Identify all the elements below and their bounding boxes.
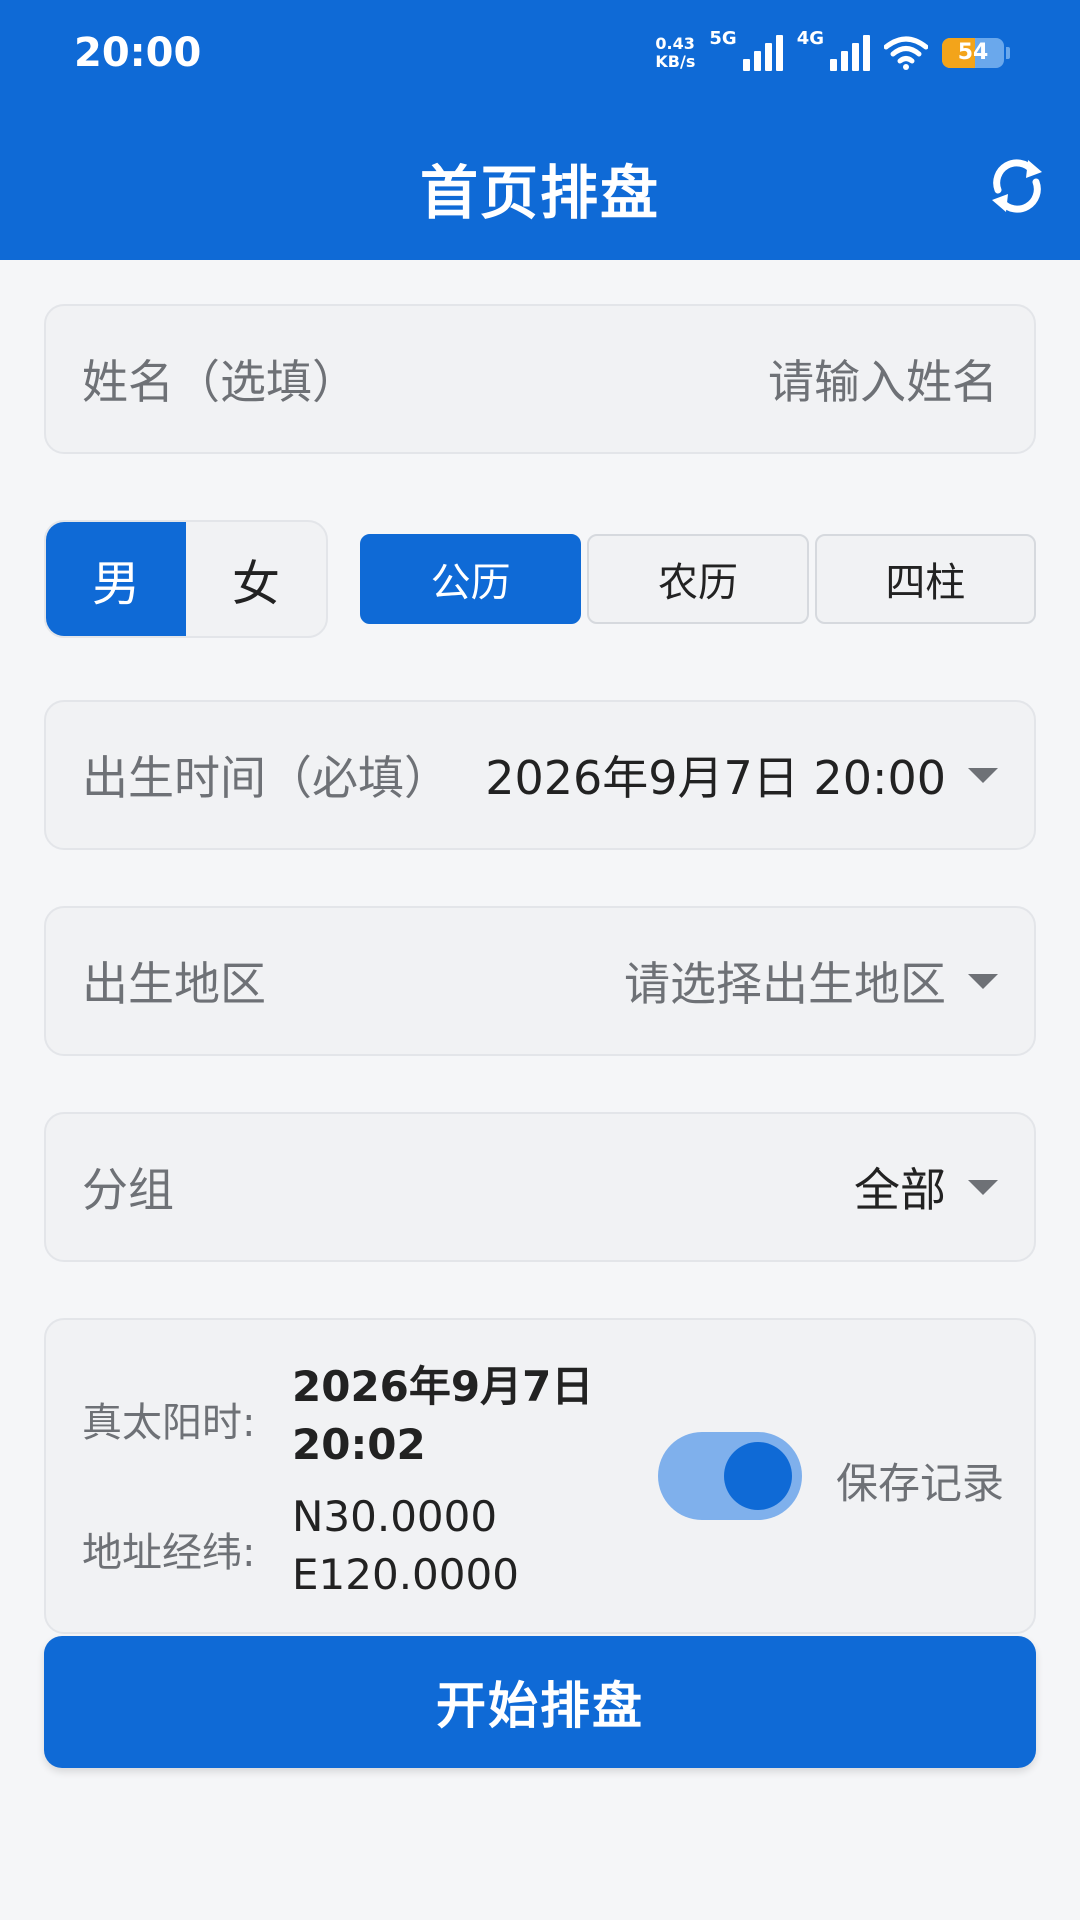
tab-four-pillars[interactable]: 四柱 bbox=[814, 534, 1036, 624]
status-time: 20:00 bbox=[74, 30, 202, 76]
battery-level: 54 bbox=[957, 40, 989, 65]
start-chart-button[interactable]: 开始排盘 bbox=[44, 1636, 1036, 1768]
signal-icon bbox=[830, 35, 870, 71]
chevron-down-icon bbox=[968, 973, 998, 989]
network-4g-label: 4G bbox=[796, 28, 824, 49]
group-label: 分组 bbox=[82, 1163, 174, 1217]
birth-time-label: 出生时间（必填） bbox=[82, 751, 450, 805]
app-bar: 首页排盘 bbox=[0, 110, 1080, 260]
coords-label: 地址经纬: bbox=[82, 1530, 256, 1576]
birth-time-field[interactable]: 出生时间（必填） 2026年9月7日 20:00 bbox=[44, 700, 1036, 850]
battery-tip bbox=[1006, 47, 1010, 59]
tab-solar-calendar[interactable]: 公历 bbox=[360, 534, 582, 624]
group-select[interactable]: 全部 bbox=[854, 1154, 998, 1220]
calendar-type-tabs: 公历 农历 四柱 bbox=[360, 534, 1036, 624]
solar-time-value: 2026年9月7日 20:02 bbox=[292, 1362, 594, 1469]
save-record-label: 保存记录 bbox=[836, 1459, 1005, 1508]
toggle-knob bbox=[724, 1442, 792, 1510]
chevron-down-icon bbox=[968, 1179, 998, 1195]
birth-region-field[interactable]: 出生地区 请选择出生地区 bbox=[44, 906, 1036, 1056]
birth-region-label: 出生地区 bbox=[82, 957, 266, 1011]
birth-region-select[interactable]: 请选择出生地区 bbox=[624, 948, 998, 1014]
page-title: 首页排盘 bbox=[419, 159, 660, 227]
status-icons: 0.43 KB/s 5G 4G 54 bbox=[655, 28, 1010, 78]
tab-lunar-calendar[interactable]: 农历 bbox=[587, 534, 809, 624]
name-input[interactable]: 请输入姓名 bbox=[768, 346, 998, 412]
signal-icon bbox=[742, 35, 783, 71]
network-5g-label: 5G bbox=[709, 28, 737, 49]
gender-male-button[interactable]: 男 bbox=[46, 522, 186, 636]
wifi-icon bbox=[884, 36, 928, 70]
name-label: 姓名（选填） bbox=[82, 355, 358, 409]
coords-value: N30.0000 E120.0000 bbox=[292, 1492, 519, 1599]
group-field[interactable]: 分组 全部 bbox=[44, 1112, 1036, 1262]
name-field[interactable]: 姓名（选填） 请输入姓名 bbox=[44, 304, 1036, 454]
solar-time-card: 真太阳时: 2026年9月7日 20:02 地址经纬: N30.0000 E12… bbox=[44, 1318, 1036, 1634]
chevron-down-icon bbox=[968, 767, 998, 783]
gender-toggle: 男 女 bbox=[44, 520, 328, 638]
solar-time-label: 真太阳时: bbox=[82, 1400, 256, 1446]
refresh-icon[interactable] bbox=[982, 150, 1052, 220]
save-record-toggle[interactable] bbox=[658, 1432, 802, 1520]
network-speed: 0.43 KB/s bbox=[655, 34, 696, 71]
gender-female-button[interactable]: 女 bbox=[186, 522, 326, 636]
battery-icon: 54 bbox=[942, 38, 1004, 68]
birth-time-value[interactable]: 2026年9月7日 20:00 bbox=[485, 742, 998, 808]
status-bar: 20:00 0.43 KB/s 5G 4G 54 bbox=[0, 0, 1080, 110]
